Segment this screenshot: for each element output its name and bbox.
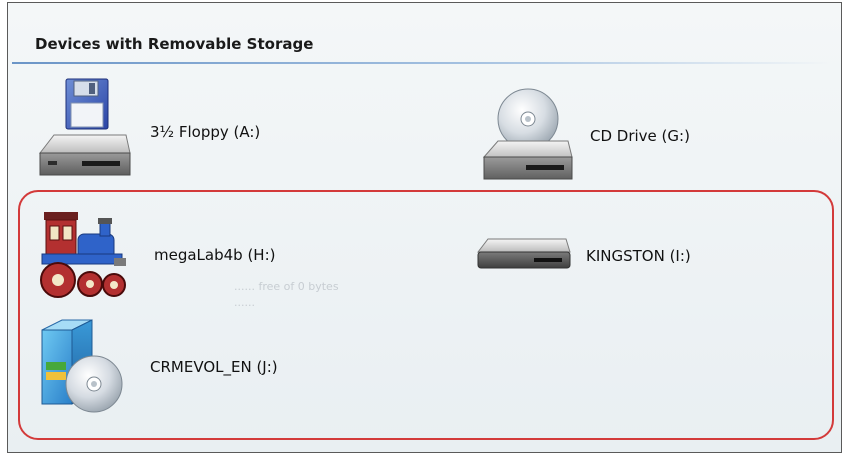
device-cd-drive-g[interactable]: CD Drive (G:) xyxy=(476,87,690,191)
device-label: CD Drive (G:) xyxy=(590,127,690,145)
device-kingston-i[interactable]: KINGSTON (I:) xyxy=(474,235,691,275)
device-label: 3½ Floppy (A:) xyxy=(150,123,261,141)
explorer-pane-frame: Devices with Removable Storage 3½ Floppy xyxy=(7,2,842,453)
device-label: megaLab4b (H:) xyxy=(154,246,276,264)
floppy-drive-icon xyxy=(38,78,131,176)
section-divider xyxy=(12,62,832,64)
ghost-capacity-text: ...... free of 0 bytes ...... xyxy=(234,280,339,309)
section-title: Devices with Removable Storage xyxy=(35,35,314,53)
device-crmevol-en-j[interactable]: CRMEVOL_EN (J:) xyxy=(38,318,278,418)
cd-installer-icon xyxy=(41,319,123,413)
device-label: KINGSTON (I:) xyxy=(586,247,691,265)
explorer-pane: Devices with Removable Storage 3½ Floppy xyxy=(8,3,841,452)
device-label: CRMEVOL_EN (J:) xyxy=(150,358,278,376)
removable-disk-icon xyxy=(476,238,571,269)
toy-train-icon xyxy=(40,212,126,298)
device-floppy-a[interactable]: 3½ Floppy (A:) xyxy=(34,77,260,189)
cd-drive-icon xyxy=(482,88,573,180)
